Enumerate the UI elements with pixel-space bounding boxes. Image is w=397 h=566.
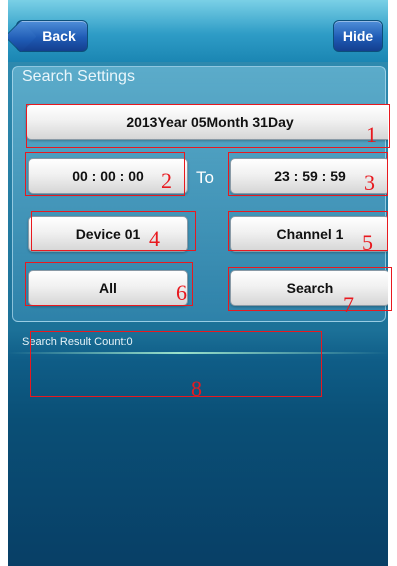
annotation-box-6 [25, 262, 193, 306]
annotation-number-3: 3 [364, 170, 375, 195]
back-label: Back [42, 28, 76, 44]
annotation-number-5: 5 [362, 230, 373, 255]
annotation-box-7 [228, 267, 392, 311]
annotation-box-1 [26, 104, 390, 148]
annotation-number-1: 1 [366, 122, 377, 147]
nav-bar: Back Hide [8, 0, 388, 62]
annotation-number-6: 6 [176, 280, 187, 305]
panel-title: Search Settings [22, 68, 135, 85]
hide-button[interactable]: Hide [333, 20, 383, 52]
annotation-number-7: 7 [343, 292, 354, 317]
back-button[interactable]: Back [16, 20, 88, 52]
annotation-number-2: 2 [161, 168, 172, 193]
annotation-box-4 [31, 211, 196, 251]
annotation-number-8: 8 [191, 376, 202, 401]
to-label: To [196, 168, 214, 187]
annotation-number-4: 4 [149, 226, 160, 251]
annotation-box-8 [30, 331, 322, 397]
